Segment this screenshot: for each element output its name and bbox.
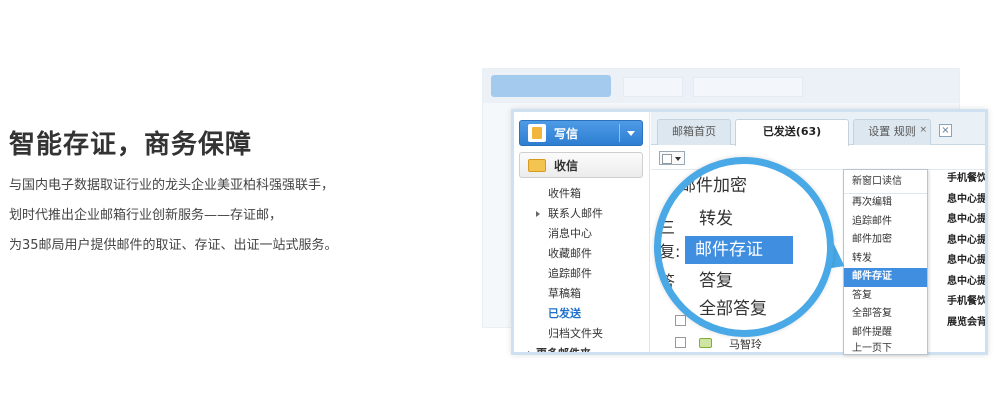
split-divider (619, 124, 620, 142)
row-checkbox[interactable] (675, 337, 686, 348)
menu-item-open-new-window[interactable]: 新窗口读信 (844, 170, 927, 194)
row-subject: 手机餐饮模板 (947, 296, 987, 307)
select-all-dropdown[interactable] (659, 151, 685, 165)
menu-item-encrypt[interactable]: 邮件加密 (844, 231, 927, 250)
menu-item-reminder[interactable]: 邮件提醒 (844, 324, 927, 343)
description-line-1: 与国内电子数据取证行业的龙头企业美亚柏科强强联手， (9, 178, 335, 193)
description-line-2: 划时代推出企业邮箱行业创新服务——存证邮， (9, 208, 283, 223)
folder-message-center[interactable]: 消息中心 (514, 224, 650, 244)
row-subject: 展览会背景板 (947, 316, 987, 328)
magnifier-lens: 三 复: 答 邮件加密 转发 邮件存证 答复 全部答复 (654, 157, 834, 337)
background-tab (693, 77, 803, 97)
tab-mail-home[interactable]: 邮箱首页 (657, 119, 731, 145)
folder-drafts[interactable]: 草稿箱 (514, 284, 650, 304)
row-sender: 马智玲 (729, 338, 762, 351)
receive-label: 收信 (554, 158, 579, 173)
sidebar: 写信 收信 收件箱 联系人邮件 消息中心 收藏邮件 追踪邮件 草稿箱 已发送 归… (514, 112, 650, 352)
folder-archive[interactable]: 归档文件夹 (514, 324, 650, 344)
folder-more[interactable]: 更多邮件夹 (514, 344, 650, 352)
close-icon[interactable]: × (919, 118, 927, 142)
folder-list: 收件箱 联系人邮件 消息中心 收藏邮件 追踪邮件 草稿箱 已发送 归档文件夹 更… (514, 184, 650, 352)
tab-label: 邮箱首页 (672, 125, 716, 138)
chevron-down-icon[interactable] (627, 131, 635, 136)
magnified-background-text: 复: (659, 242, 681, 261)
table-row[interactable]: 马智玲 (651, 332, 985, 352)
mail-status-icon (699, 338, 712, 348)
envelope-icon (528, 158, 546, 172)
description: 与国内电子数据取证行业的龙头企业美亚柏科强强联手， 划时代推出企业邮箱行业创新服… (9, 171, 338, 261)
menu-item-edit-again[interactable]: 再次编辑 (844, 194, 927, 213)
folder-favorites[interactable]: 收藏邮件 (514, 244, 650, 264)
row-subject: 息中心提示的 (947, 234, 987, 246)
row-subject: 手机餐饮模板 (947, 173, 987, 184)
context-menu: 新窗口读信 再次编辑 追踪邮件 邮件加密 转发 邮件存证 答复 全部答复 邮件提… (843, 169, 928, 355)
menu-item-truncated[interactable]: 上一页下 (844, 342, 927, 356)
close-all-tabs-icon[interactable]: × (939, 124, 952, 137)
background-write-button (491, 75, 611, 97)
magnified-item-encrypt: 邮件加密 (679, 176, 747, 196)
magnified-item-evidence: 邮件存证 (685, 236, 793, 264)
description-line-3: 为35邮局用户提供邮件的取证、存证、出证一站式服务。 (9, 238, 338, 253)
menu-item-reply-all[interactable]: 全部答复 (844, 305, 927, 324)
menu-item-evidence[interactable]: 邮件存证 (844, 268, 927, 287)
row-subject: 息中心提示的 (947, 275, 987, 287)
write-button[interactable]: 写信 (519, 120, 643, 146)
headline: 智能存证，商务保障 (9, 130, 253, 160)
background-tab (623, 77, 683, 97)
tab-label: 已发送(63) (762, 125, 822, 138)
compose-icon (528, 124, 546, 142)
tab-settings[interactable]: 设置 规则 × (853, 119, 931, 145)
write-label: 写信 (554, 126, 579, 141)
row-subject: 息中心提示的 (947, 255, 987, 266)
folder-tracked[interactable]: 追踪邮件 (514, 264, 650, 284)
magnified-item-forward: 转发 (699, 209, 733, 229)
menu-item-forward[interactable]: 转发 (844, 250, 927, 269)
receive-button[interactable]: 收信 (519, 152, 643, 178)
tab-sent[interactable]: 已发送(63) (735, 119, 849, 146)
menu-item-reply[interactable]: 答复 (844, 287, 927, 306)
menu-item-track[interactable]: 追踪邮件 (844, 213, 927, 232)
row-subject: 息中心提示的 (947, 214, 987, 225)
row-subject-fragments: 手机餐饮模板 息中心提示的 息中心提示的 息中心提示的 息中心提示的 息中心提示… (947, 169, 987, 333)
magnified-item-reply-all: 全部答复 (699, 299, 767, 319)
row-subject: 息中心提示的 (947, 193, 987, 205)
folder-sent[interactable]: 已发送 (514, 304, 650, 324)
folder-contacts-mail[interactable]: 联系人邮件 (514, 204, 650, 224)
magnified-item-reply: 答复 (699, 271, 733, 291)
tab-bar: 邮箱首页 已发送(63) 设置 规则 × × (651, 112, 985, 146)
tab-label: 设置 规则 (868, 125, 916, 138)
folder-inbox[interactable]: 收件箱 (514, 184, 650, 204)
